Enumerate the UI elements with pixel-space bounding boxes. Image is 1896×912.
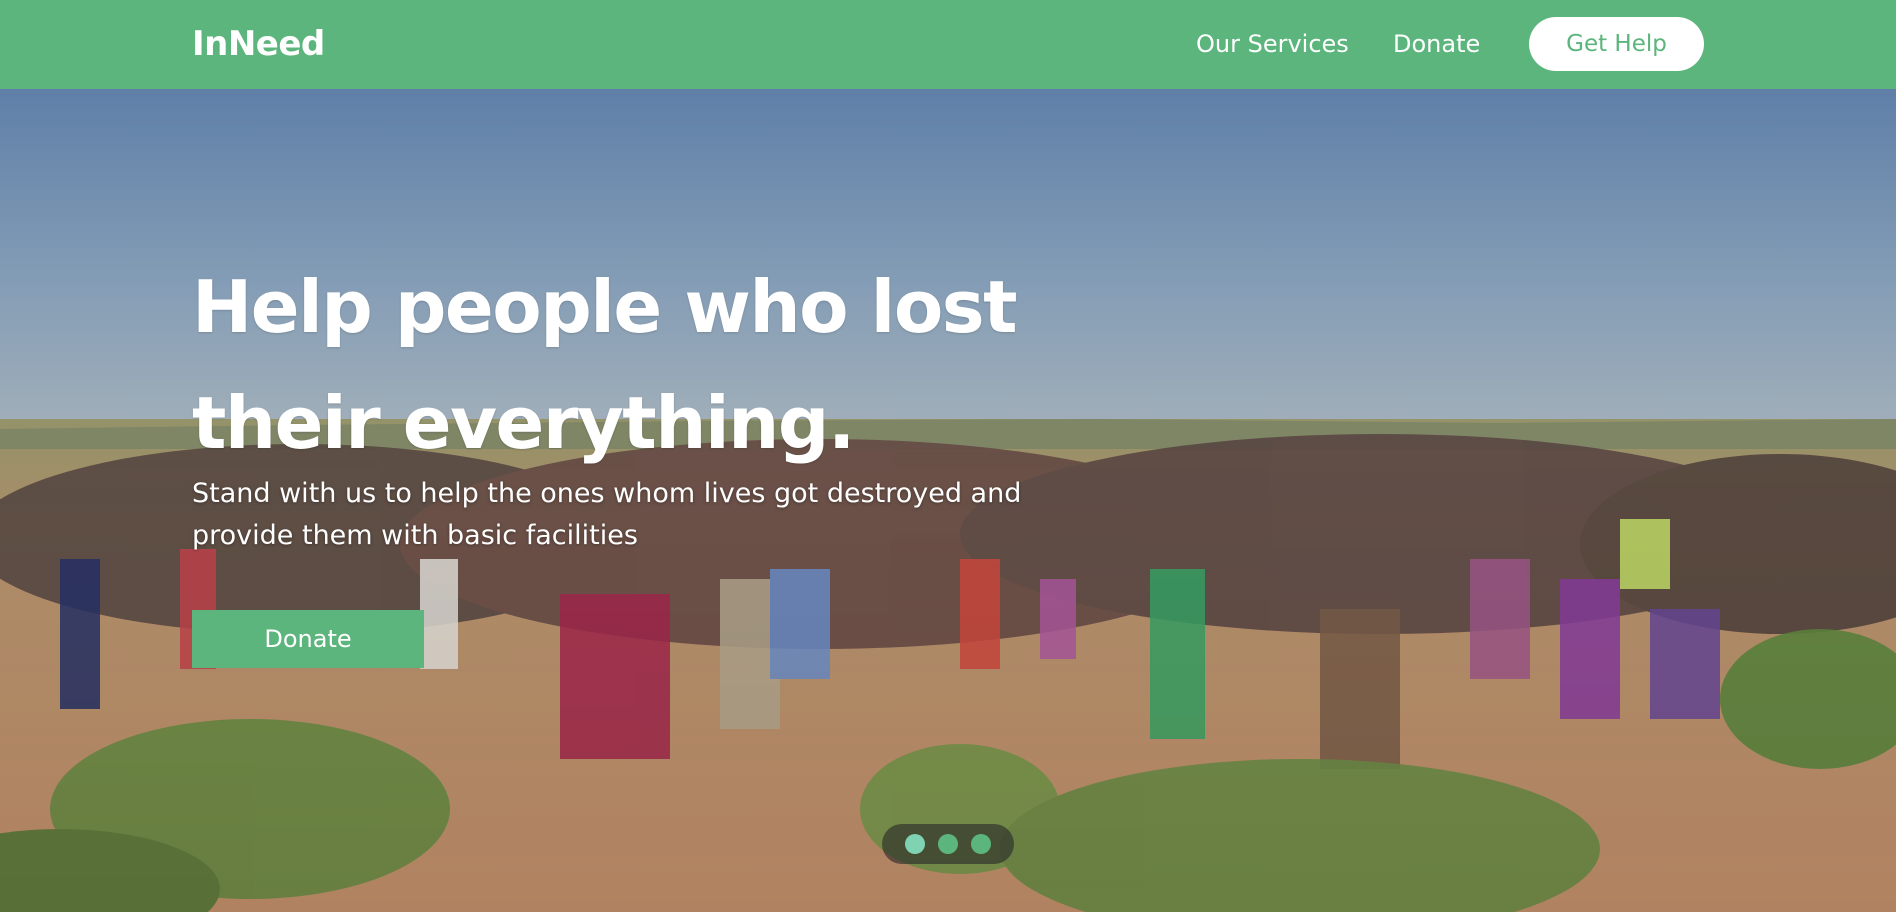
carousel-indicator	[882, 824, 1014, 864]
logo[interactable]: InNeed	[192, 22, 325, 66]
nav-link-our-services[interactable]: Our Services	[1196, 28, 1349, 60]
nav-link-donate[interactable]: Donate	[1393, 28, 1480, 60]
get-help-button[interactable]: Get Help	[1529, 17, 1704, 71]
hero-subtitle: Stand with us to help the ones whom live…	[192, 478, 1022, 551]
hero-section: Help people who lost their everything. S…	[0, 89, 1896, 912]
hero-donate-button[interactable]: Donate	[192, 610, 424, 668]
hero-title: Help people who lost their everything.	[192, 265, 1018, 465]
carousel-dot-1[interactable]	[905, 834, 925, 854]
carousel-dot-3[interactable]	[971, 834, 991, 854]
top-navbar: InNeed Our Services Donate Get Help	[0, 0, 1896, 89]
carousel-dot-2[interactable]	[938, 834, 958, 854]
